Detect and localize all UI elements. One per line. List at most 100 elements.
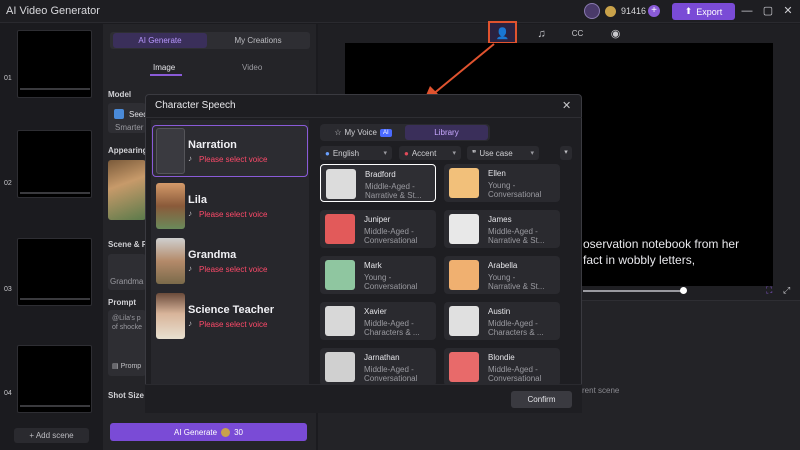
voice-card[interactable]: Juniper Middle-Aged - Conversational bbox=[320, 210, 436, 248]
scene-number: 04 bbox=[4, 390, 12, 397]
tab-my-voice[interactable]: ☆ My Voice AI bbox=[323, 125, 403, 140]
prompt-helper-button[interactable]: ▤ Promp bbox=[112, 362, 141, 370]
scene-thumbnail[interactable] bbox=[17, 345, 92, 413]
camera-icon[interactable]: ◉ bbox=[607, 27, 624, 41]
voice-use-case: Characters & ... bbox=[488, 328, 544, 337]
tab-ai-generate[interactable]: AI Generate bbox=[113, 33, 207, 48]
minimize-icon[interactable]: — bbox=[740, 4, 754, 18]
voice-warning-icon: ♪ bbox=[188, 264, 192, 273]
export-label: Export bbox=[696, 6, 723, 17]
voice-card[interactable]: Xavier Middle-Aged - Characters & ... bbox=[320, 302, 436, 340]
voice-warning-icon: ♪ bbox=[188, 209, 192, 218]
ai-generate-label: AI Generate bbox=[173, 427, 218, 437]
scene-thumbnail[interactable] bbox=[17, 130, 92, 198]
voice-avatar bbox=[325, 260, 355, 290]
prompt-text: @Lila's p of shocke bbox=[112, 315, 142, 331]
voice-use-case: Conversational bbox=[364, 282, 418, 291]
voice-name: Bradford bbox=[365, 170, 396, 179]
voice-card[interactable]: Bradford Middle-Aged - Narrative & St... bbox=[320, 164, 436, 202]
voice-card[interactable]: Austin Middle-Aged - Characters & ... bbox=[444, 302, 560, 340]
globe-icon: ● bbox=[325, 148, 330, 158]
scene-number: 01 bbox=[4, 75, 12, 82]
voice-use-case: Conversational bbox=[364, 236, 418, 245]
export-icon: ⬆ bbox=[684, 6, 693, 16]
voice-name: Mark bbox=[364, 261, 382, 270]
prompt-label: Prompt bbox=[108, 298, 136, 307]
voice-card[interactable]: Mark Young - Conversational bbox=[320, 256, 436, 294]
music-icon[interactable]: ♫ bbox=[533, 27, 550, 41]
tab-library[interactable]: Library bbox=[405, 125, 488, 140]
accent-filter[interactable]: ● Accent ▾ bbox=[399, 146, 461, 160]
scene-number: 02 bbox=[4, 180, 12, 187]
subtitle-line-1: oservation notebook from her bbox=[583, 237, 740, 251]
voice-card[interactable]: Ellen Young - Conversational bbox=[444, 164, 560, 202]
character-name: Science Teacher bbox=[188, 304, 275, 316]
voice-card[interactable]: James Middle-Aged - Narrative & St... bbox=[444, 210, 560, 248]
voice-age: Middle-Aged - bbox=[364, 365, 414, 374]
confirm-button[interactable]: Confirm bbox=[511, 391, 572, 408]
voice-age: Middle-Aged - bbox=[488, 227, 538, 236]
scene-caption bbox=[20, 192, 90, 194]
ai-generate-button[interactable]: AI Generate 30 bbox=[110, 423, 307, 441]
voice-use-case: Conversational bbox=[488, 190, 542, 199]
voice-name: Jarnathan bbox=[364, 353, 400, 362]
model-icon bbox=[114, 109, 124, 119]
voice-age: Middle-Aged - bbox=[364, 227, 414, 236]
crop-icon[interactable]: ⛶ bbox=[766, 285, 772, 296]
model-description: Smarter bbox=[115, 123, 144, 132]
voice-use-case: Narrative & St... bbox=[365, 191, 422, 200]
add-coins-button[interactable]: + bbox=[648, 5, 660, 17]
voice-name: Arabella bbox=[488, 261, 518, 270]
voice-name: Xavier bbox=[364, 307, 387, 316]
maximize-icon[interactable]: ▢ bbox=[761, 4, 775, 18]
coin-icon bbox=[605, 6, 616, 17]
more-filters-icon[interactable]: ▾ bbox=[560, 146, 572, 160]
character-voice-status: Please select voice bbox=[199, 210, 268, 219]
add-scene-button[interactable]: + Add scene bbox=[14, 428, 89, 443]
shot-size-label: Shot Size bbox=[108, 391, 145, 400]
flag-icon: ● bbox=[404, 148, 409, 158]
close-window-icon[interactable]: ✕ bbox=[781, 4, 795, 18]
voice-card[interactable]: Arabella Young - Narrative & St... bbox=[444, 256, 560, 294]
accent-value: Accent bbox=[411, 148, 437, 158]
character-voice-status: Please select voice bbox=[199, 155, 268, 164]
voice-use-case: Conversational bbox=[488, 374, 542, 383]
voice-age: Middle-Aged - bbox=[365, 182, 415, 191]
use-case-value: Use case bbox=[479, 148, 513, 158]
playback-timeline[interactable] bbox=[583, 290, 683, 292]
user-avatar[interactable] bbox=[584, 3, 600, 19]
scene-thumbnail[interactable] bbox=[17, 238, 92, 306]
character-name: Lila bbox=[188, 194, 207, 206]
voice-card[interactable]: Blondie Middle-Aged - Conversational bbox=[444, 348, 560, 384]
appearing-label: Appearing bbox=[108, 146, 148, 155]
captions-icon[interactable]: CC bbox=[569, 27, 586, 41]
fullscreen-icon[interactable]: ⤢ bbox=[783, 285, 790, 296]
export-button[interactable]: ⬆ Export bbox=[672, 3, 735, 20]
quote-icon: ❞ bbox=[472, 148, 477, 158]
language-filter[interactable]: ● English ▾ bbox=[320, 146, 392, 160]
character-name: Grandma bbox=[188, 249, 237, 261]
narration-avatar-icon bbox=[156, 128, 185, 174]
subtab-video[interactable]: Video bbox=[242, 63, 262, 72]
subtab-image[interactable]: Image bbox=[153, 63, 175, 72]
scene-caption bbox=[20, 88, 90, 90]
ai-badge: AI bbox=[379, 128, 392, 137]
lila-avatar bbox=[156, 183, 185, 229]
tab-my-creations[interactable]: My Creations bbox=[210, 33, 306, 48]
voice-age: Middle-Aged - bbox=[488, 365, 538, 374]
voice-name: Juniper bbox=[364, 215, 391, 224]
voice-library-grid: Bradford Middle-Aged - Narrative & St... El… bbox=[316, 162, 578, 384]
dialog-divider bbox=[145, 117, 582, 118]
character-voice-icon[interactable]: 👤 bbox=[494, 27, 511, 41]
voice-card[interactable]: Jarnathan Middle-Aged - Conversational bbox=[320, 348, 436, 384]
voice-avatar bbox=[449, 306, 479, 336]
voice-use-case: Narrative & St... bbox=[488, 282, 545, 291]
voice-use-case: Narrative & St... bbox=[488, 236, 545, 245]
voice-use-case: Conversational bbox=[364, 374, 418, 383]
timeline-scrubber[interactable] bbox=[680, 287, 687, 294]
close-icon[interactable]: ✕ bbox=[562, 99, 571, 112]
annotation-arrow bbox=[424, 43, 495, 100]
appearing-character-thumbnail[interactable] bbox=[108, 160, 146, 220]
use-case-filter[interactable]: ❞ Use case ▾ bbox=[467, 146, 539, 160]
scene-number: 03 bbox=[4, 286, 12, 293]
